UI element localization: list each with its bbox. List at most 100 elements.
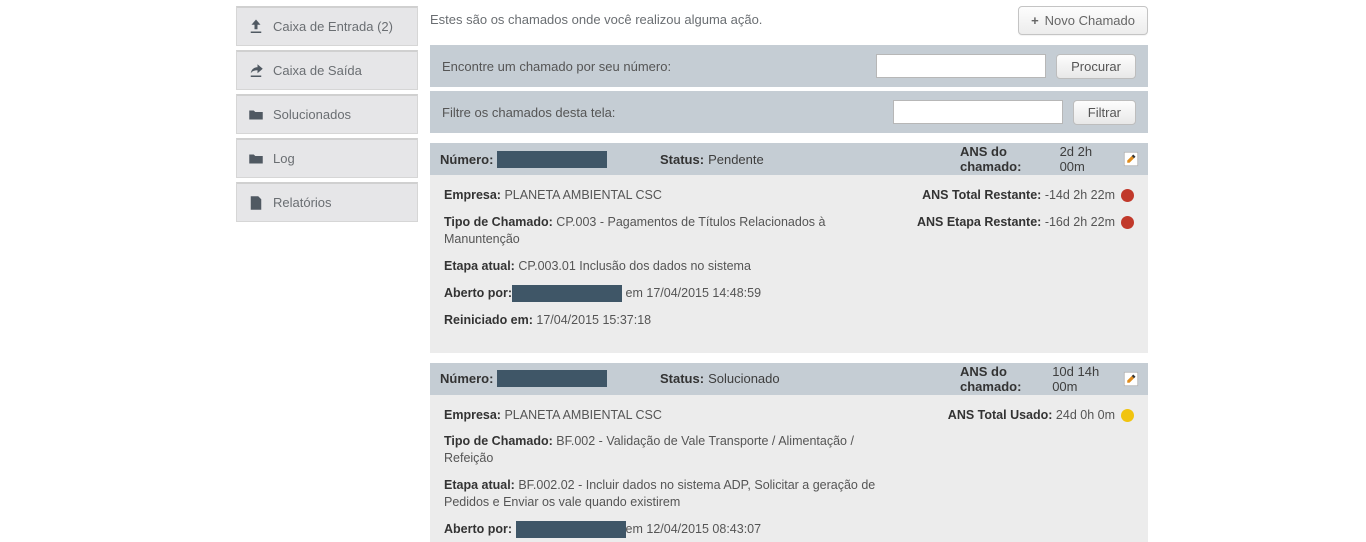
tipo-label: Tipo de Chamado: — [444, 434, 553, 448]
search-bar: Encontre um chamado por seu número: Proc… — [430, 45, 1148, 87]
ans-etapa-row: ANS Etapa Restante: -16d 2h 22m — [910, 214, 1134, 231]
ticket-ans-col: ANS do chamado: 2d 2h 00m — [960, 144, 1138, 174]
aberto-row: Aberto por: em 17/04/2015 14:48:59 — [444, 285, 904, 302]
ans-total-value: -14d 2h 22m — [1045, 187, 1115, 204]
new-ticket-label: Novo Chamado — [1045, 13, 1135, 28]
tipo-row: Tipo de Chamado: CP.003 - Pagamentos de … — [444, 214, 904, 248]
ticket-ans-col: ANS do chamado: 10d 14h 00m — [960, 364, 1138, 394]
empresa-label: Empresa: — [444, 408, 501, 422]
report-icon — [247, 194, 265, 212]
ans-etapa-value: -16d 2h 22m — [1045, 214, 1115, 231]
sidebar-item-outbox[interactable]: Caixa de Saída — [236, 50, 418, 90]
new-ticket-button[interactable]: Novo Chamado — [1018, 6, 1148, 35]
reiniciado-label: Reiniciado em: — [444, 313, 533, 327]
ans-label: ANS do chamado: — [960, 364, 1048, 394]
empresa-value: PLANETA AMBIENTAL CSC — [504, 188, 661, 202]
edit-icon[interactable] — [1122, 370, 1140, 388]
status-label: Status: — [660, 152, 704, 167]
ans-usado-value: 24d 0h 0m — [1056, 407, 1115, 424]
upload-icon — [247, 18, 265, 36]
ticket-card: Número: Status: Solucionado ANS do chama… — [430, 363, 1148, 542]
ticket-status-col: Status: Pendente — [660, 152, 960, 167]
ticket-body: Empresa: PLANETA AMBIENTAL CSC Tipo de C… — [430, 175, 1148, 353]
reiniciado-row: Reiniciado em: 17/04/2015 15:37:18 — [444, 312, 904, 329]
filter-button[interactable]: Filtrar — [1073, 100, 1136, 125]
sidebar-item-label: Solucionados — [273, 107, 351, 122]
search-label: Encontre um chamado por seu número: — [442, 59, 876, 74]
ans-total-label: ANS Total Restante: — [922, 187, 1041, 204]
sidebar-item-log[interactable]: Log — [236, 138, 418, 178]
status-value: Solucionado — [708, 371, 780, 386]
status-dot-red — [1121, 216, 1134, 229]
folder-icon — [247, 150, 265, 168]
aberto-row: Aberto por: em 12/04/2015 08:43:07 — [444, 521, 904, 538]
filter-label: Filtre os chamados desta tela: — [442, 105, 893, 120]
ticket-body-left: Empresa: PLANETA AMBIENTAL CSC Tipo de C… — [444, 187, 904, 339]
empresa-label: Empresa: — [444, 188, 501, 202]
filter-input[interactable] — [893, 100, 1063, 124]
ticket-number-col: Número: — [440, 370, 660, 387]
search-button-label: Procurar — [1071, 59, 1121, 74]
etapa-row: Etapa atual: BF.002.02 - Incluir dados n… — [444, 477, 904, 511]
ticket-header[interactable]: Número: Status: Pendente ANS do chamado:… — [430, 143, 1148, 175]
ans-value: 10d 14h 00m — [1052, 364, 1112, 394]
ticket-body-right: ANS Total Restante: -14d 2h 22m ANS Etap… — [904, 187, 1134, 339]
sidebar-item-label: Caixa de Entrada (2) — [273, 19, 393, 34]
share-icon — [247, 62, 265, 80]
ans-usado-row: ANS Total Usado: 24d 0h 0m — [910, 407, 1134, 424]
empresa-value: PLANETA AMBIENTAL CSC — [504, 408, 661, 422]
ticket-body: Empresa: PLANETA AMBIENTAL CSC Tipo de C… — [430, 395, 1148, 542]
search-input[interactable] — [876, 54, 1046, 78]
aberto-label: Aberto por: — [444, 522, 512, 536]
filter-button-label: Filtrar — [1088, 105, 1121, 120]
tipo-label: Tipo de Chamado: — [444, 215, 553, 229]
page-scroll[interactable]: Caixa de Entrada (2) Caixa de Saída Solu… — [0, 0, 1366, 542]
redacted-user — [512, 285, 622, 302]
sidebar-item-reports[interactable]: Relatórios — [236, 182, 418, 222]
tipo-row: Tipo de Chamado: BF.002 - Validação de V… — [444, 433, 904, 467]
etapa-label: Etapa atual: — [444, 478, 515, 492]
ticket-header[interactable]: Número: Status: Solucionado ANS do chama… — [430, 363, 1148, 395]
ticket-number-col: Número: — [440, 151, 660, 168]
numero-label: Número: — [440, 152, 493, 167]
content-wrap: Caixa de Entrada (2) Caixa de Saída Solu… — [8, 0, 1358, 542]
sidebar: Caixa de Entrada (2) Caixa de Saída Solu… — [236, 6, 418, 542]
folder-icon — [247, 106, 265, 124]
etapa-label: Etapa atual: — [444, 259, 515, 273]
ticket-status-col: Status: Solucionado — [660, 371, 960, 386]
empresa-row: Empresa: PLANETA AMBIENTAL CSC — [444, 407, 904, 424]
sidebar-item-solved[interactable]: Solucionados — [236, 94, 418, 134]
sidebar-item-inbox[interactable]: Caixa de Entrada (2) — [236, 6, 418, 46]
ans-value: 2d 2h 00m — [1060, 144, 1112, 174]
sidebar-item-label: Relatórios — [273, 195, 332, 210]
redacted-user — [516, 521, 626, 538]
redacted-number — [497, 151, 607, 168]
main-content: Estes são os chamados onde você realizou… — [418, 0, 1158, 542]
ticket-body-right: ANS Total Usado: 24d 0h 0m — [904, 407, 1134, 542]
ticket-body-left: Empresa: PLANETA AMBIENTAL CSC Tipo de C… — [444, 407, 904, 542]
ans-usado-label: ANS Total Usado: — [948, 407, 1053, 424]
edit-icon[interactable] — [1122, 150, 1140, 168]
top-row: Estes são os chamados onde você realizou… — [430, 6, 1148, 35]
aberto-label: Aberto por: — [444, 286, 512, 300]
etapa-value: CP.003.01 Inclusão dos dados no sistema — [518, 259, 751, 273]
etapa-row: Etapa atual: CP.003.01 Inclusão dos dado… — [444, 258, 904, 275]
ticket-card: Número: Status: Pendente ANS do chamado:… — [430, 143, 1148, 353]
aberto-value: em 17/04/2015 14:48:59 — [622, 286, 761, 300]
ans-total-row: ANS Total Restante: -14d 2h 22m — [910, 187, 1134, 204]
ans-etapa-label: ANS Etapa Restante: — [917, 214, 1041, 231]
reiniciado-value: 17/04/2015 15:37:18 — [536, 313, 651, 327]
filter-bar: Filtre os chamados desta tela: Filtrar — [430, 91, 1148, 133]
ans-label: ANS do chamado: — [960, 144, 1056, 174]
status-value: Pendente — [708, 152, 764, 167]
empresa-row: Empresa: PLANETA AMBIENTAL CSC — [444, 187, 904, 204]
status-dot-yellow — [1121, 409, 1134, 422]
aberto-value: em 12/04/2015 08:43:07 — [626, 522, 762, 536]
search-button[interactable]: Procurar — [1056, 54, 1136, 79]
sidebar-item-label: Caixa de Saída — [273, 63, 362, 78]
redacted-number — [497, 370, 607, 387]
status-dot-red — [1121, 189, 1134, 202]
intro-text: Estes são os chamados onde você realizou… — [430, 6, 762, 27]
numero-label: Número: — [440, 371, 493, 386]
sidebar-item-label: Log — [273, 151, 295, 166]
